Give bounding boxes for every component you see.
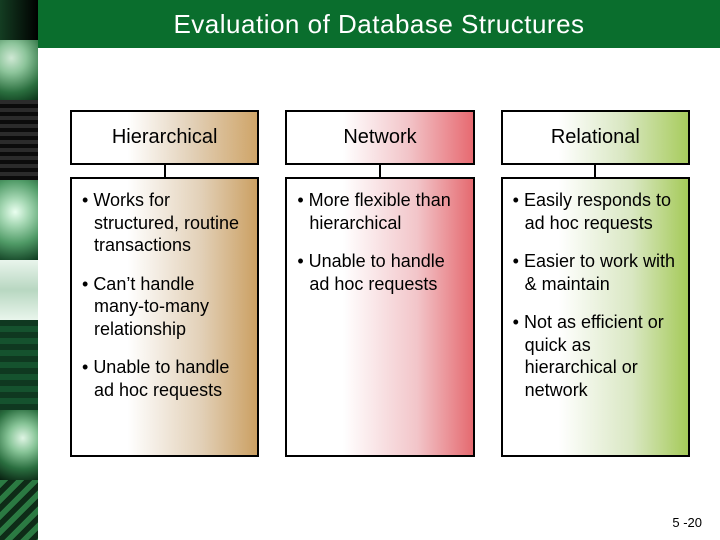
point-text: Easily responds to ad hoc requests (524, 190, 671, 233)
point-text: Unable to handle ad hoc requests (309, 251, 445, 294)
bullet-point: • Easily responds to ad hoc requests (513, 189, 678, 234)
strip-block (0, 180, 38, 260)
strip-block (0, 0, 38, 40)
slide-number: 5 -20 (672, 515, 702, 530)
strip-block (0, 260, 38, 320)
strip-block (0, 100, 38, 180)
title-bar: Evaluation of Database Structures (38, 0, 720, 48)
point-text: Works for structured, routine transactio… (93, 190, 239, 255)
point-text: More flexible than hierarchical (309, 190, 451, 233)
column-body-network: • More flexible than hierarchical • Unab… (285, 177, 474, 457)
bullet-point: • More flexible than hierarchical (297, 189, 462, 234)
bullet-point: • Not as efficient or quick as hierarchi… (513, 311, 678, 401)
bullet-point: • Easier to work with & maintain (513, 250, 678, 295)
column-header-label: Network (343, 126, 416, 148)
connector-line (285, 165, 474, 177)
strip-block (0, 410, 38, 480)
bullet-point: • Unable to handle ad hoc requests (82, 356, 247, 401)
column-header-hierarchical: Hierarchical (70, 110, 259, 165)
bullet-point: • Works for structured, routine transact… (82, 189, 247, 257)
column-body-hierarchical: • Works for structured, routine transact… (70, 177, 259, 457)
bullet-point: • Unable to handle ad hoc requests (297, 250, 462, 295)
point-text: Can’t handle many-to-many relationship (93, 274, 209, 339)
column-header-label: Hierarchical (112, 126, 218, 148)
column-header-network: Network (285, 110, 474, 165)
point-text: Unable to handle ad hoc requests (93, 357, 229, 400)
slide-title: Evaluation of Database Structures (173, 9, 584, 40)
column-network: Network • More flexible than hierarchica… (285, 110, 474, 457)
connector-line (501, 165, 690, 177)
bullet-point: • Can’t handle many-to-many relationship (82, 273, 247, 341)
strip-block (0, 480, 38, 540)
strip-block (0, 320, 38, 410)
column-relational: Relational • Easily responds to ad hoc r… (501, 110, 690, 457)
column-hierarchical: Hierarchical • Works for structured, rou… (70, 110, 259, 457)
column-header-relational: Relational (501, 110, 690, 165)
connector-line (70, 165, 259, 177)
decorative-left-strip (0, 0, 38, 540)
point-text: Easier to work with & maintain (524, 251, 675, 294)
column-header-label: Relational (551, 126, 640, 148)
columns-container: Hierarchical • Works for structured, rou… (70, 110, 690, 457)
point-text: Not as efficient or quick as hierarchica… (524, 312, 664, 400)
strip-block (0, 40, 38, 100)
column-body-relational: • Easily responds to ad hoc requests • E… (501, 177, 690, 457)
